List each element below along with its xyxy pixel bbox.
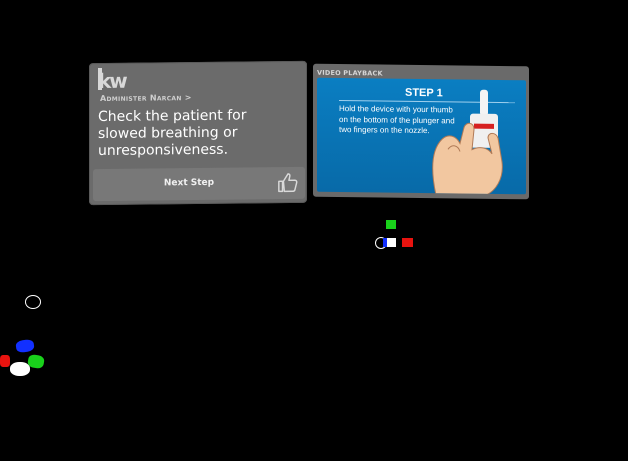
green-square-marker: [386, 220, 396, 229]
instruction-text: Check the patient for slowed breathing o…: [98, 107, 247, 160]
next-step-button[interactable]: Next Step: [93, 166, 305, 202]
white-circle-marker: [25, 295, 41, 309]
video-playback-panel: VIDEO PLAYBACK STEP 1 Hold the device wi…: [313, 63, 529, 200]
blue-white-marker: [383, 238, 396, 247]
video-playback-title: VIDEO PLAYBACK: [317, 68, 383, 78]
video-screen[interactable]: STEP 1 Hold the device with your thumb o…: [317, 77, 526, 195]
breadcrumb[interactable]: Administer Narcan >: [100, 93, 192, 103]
red-blob-marker: [0, 355, 10, 367]
hand-nasal-spray-illustration: [432, 89, 503, 195]
blue-blob-marker: [15, 338, 35, 354]
next-step-label: Next Step: [163, 177, 215, 189]
red-square-marker: [402, 238, 413, 247]
instruction-panel: kw Administer Narcan > Check the patient…: [89, 60, 307, 206]
white-blob-marker: [10, 362, 30, 376]
thumbs-up-icon[interactable]: [277, 172, 299, 194]
app-logo: kw: [98, 68, 126, 94]
